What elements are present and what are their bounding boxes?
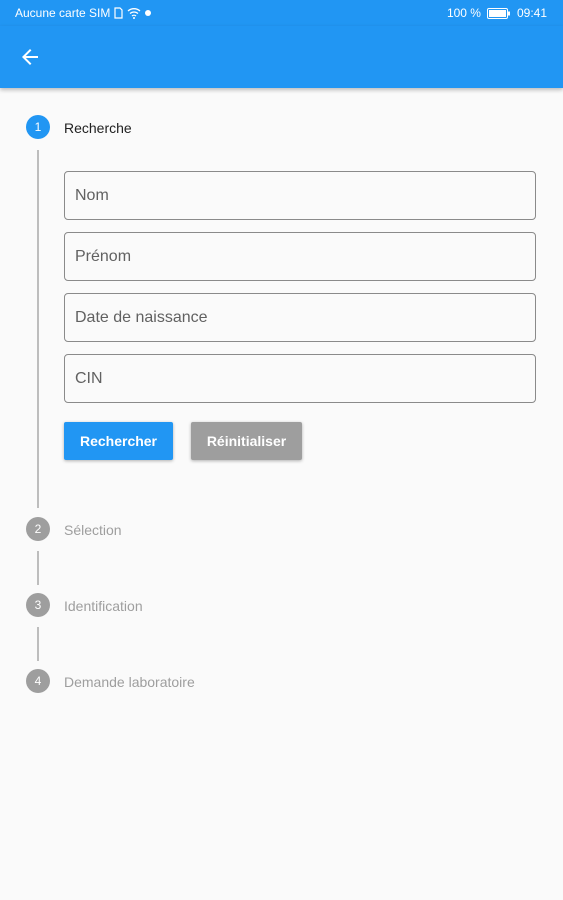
prenom-field[interactable] [64,232,536,281]
step-connector-2 [37,551,39,585]
nom-input[interactable] [65,172,535,219]
app-bar [0,26,563,88]
cin-input[interactable] [65,355,535,402]
battery-icon [486,7,510,19]
step-2-indicator[interactable]: 2 [26,517,50,541]
step-3-title[interactable]: Identification [64,598,143,614]
step-1-title[interactable]: Recherche [64,120,132,136]
wifi-icon [127,8,141,19]
step-1-indicator[interactable]: 1 [26,115,50,139]
step-connector-3 [37,627,39,661]
nom-field[interactable] [64,171,536,220]
search-button[interactable]: Rechercher [64,422,173,460]
step-connector-1 [37,150,39,508]
step-2-title[interactable]: Sélection [64,522,122,538]
carrier-text: Aucune carte SIM [15,6,111,20]
status-right: 100 % 09:41 [447,6,547,20]
status-bar: Aucune carte SIM 100 % 09:41 [0,0,563,26]
battery-percent: 100 % [446,6,481,20]
cin-field[interactable] [64,354,536,403]
birthdate-field[interactable] [64,293,536,342]
arrow-back-icon[interactable] [18,45,42,69]
step-3-indicator[interactable]: 3 [26,593,50,617]
step-4-title[interactable]: Demande laboratoire [64,674,195,690]
clock: 09:41 [516,6,547,20]
status-left: Aucune carte SIM [15,6,152,20]
step-4-indicator[interactable]: 4 [26,669,50,693]
reset-button[interactable]: Réinitialiser [191,422,302,460]
notification-dot-icon [145,10,152,16]
birthdate-input[interactable] [65,294,535,341]
prenom-input[interactable] [65,233,535,280]
sim-icon [114,7,123,19]
